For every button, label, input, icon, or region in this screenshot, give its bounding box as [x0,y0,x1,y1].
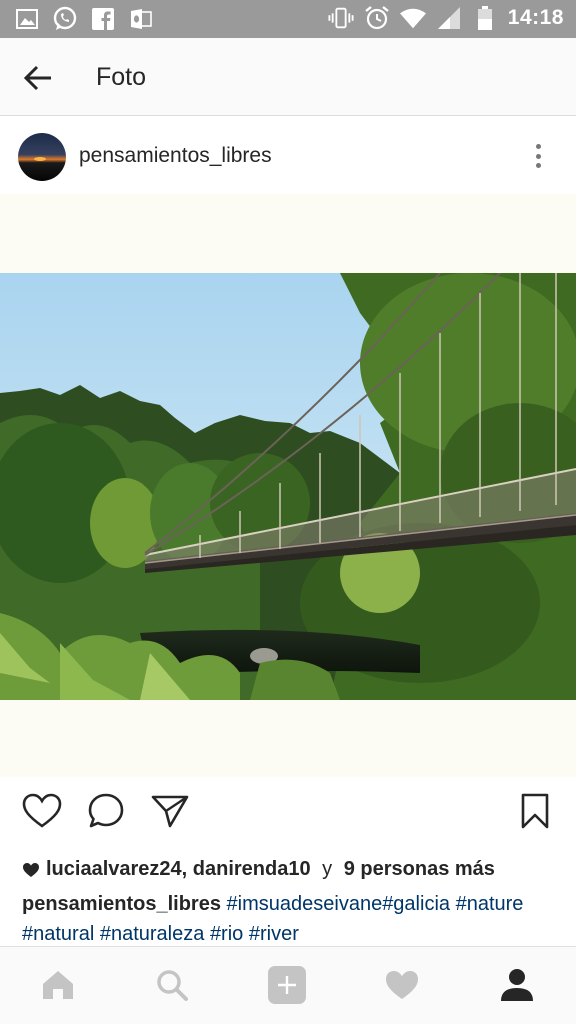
search-icon [157,970,188,1001]
more-options-button[interactable] [526,140,550,172]
more-dot [535,153,541,159]
likes-connector: y [316,858,338,880]
facebook-icon [90,6,116,32]
hashtag[interactable]: #imsuadeseivane [227,893,383,915]
heart-filled-icon [23,862,39,877]
more-dot [535,163,541,168]
nav-search[interactable] [152,965,192,1005]
likes-others[interactable]: 9 personas más [344,858,495,881]
paper-plane-icon [151,795,189,828]
nav-activity[interactable] [382,965,422,1005]
arrow-left-icon [23,65,51,91]
hashtag[interactable]: #natural [22,923,94,945]
photo-area [0,194,576,777]
add-icon [268,966,306,1004]
comment-bubble-icon [88,793,124,828]
likes-users[interactable]: luciaalvarez24, danirenda10 [46,858,311,881]
post-actions [0,777,576,847]
whatsapp-icon [52,6,78,32]
save-button[interactable] [515,791,555,831]
nav-add[interactable] [267,965,307,1005]
post-username[interactable]: pensamientos_libres [79,144,272,168]
post-caption: pensamientos_libres #imsuadeseivane#gali… [22,889,562,949]
hashtag[interactable]: #river [249,923,299,945]
image-icon [14,6,40,32]
likes-line: luciaalvarez24, danirenda10 y 9 personas… [22,858,495,881]
home-icon [43,971,73,999]
bottom-nav [0,946,576,1024]
hashtag[interactable]: #rio [210,923,243,945]
wifi-icon [399,5,426,31]
hashtag[interactable]: #naturaleza [100,923,205,945]
nav-home[interactable] [38,965,78,1005]
outlook-icon [128,6,154,32]
bookmark-icon [521,793,549,829]
nav-profile[interactable] [497,965,537,1005]
signal-icon [436,5,462,31]
post-header: pensamientos_libres [0,118,576,194]
alarm-icon [364,5,390,31]
caption-username[interactable]: pensamientos_libres [22,893,221,915]
activity-heart-icon [386,971,418,999]
page-title: Foto [96,63,147,91]
avatar[interactable] [18,133,66,181]
share-button[interactable] [150,791,190,831]
back-button[interactable] [18,58,58,98]
profile-icon [501,969,533,1001]
status-bar: 14:18 [0,0,576,38]
vibrate-icon [328,5,354,31]
app-bar: Foto [0,38,576,116]
heart-outline-icon [22,793,62,828]
post-photo[interactable] [0,273,576,700]
more-dot [535,144,541,149]
comment-button[interactable] [86,791,126,831]
battery-icon [472,5,498,31]
status-time: 14:18 [507,6,564,29]
hashtag[interactable]: #nature [456,893,524,915]
hashtag[interactable]: #galicia [382,893,450,915]
like-button[interactable] [22,791,62,831]
